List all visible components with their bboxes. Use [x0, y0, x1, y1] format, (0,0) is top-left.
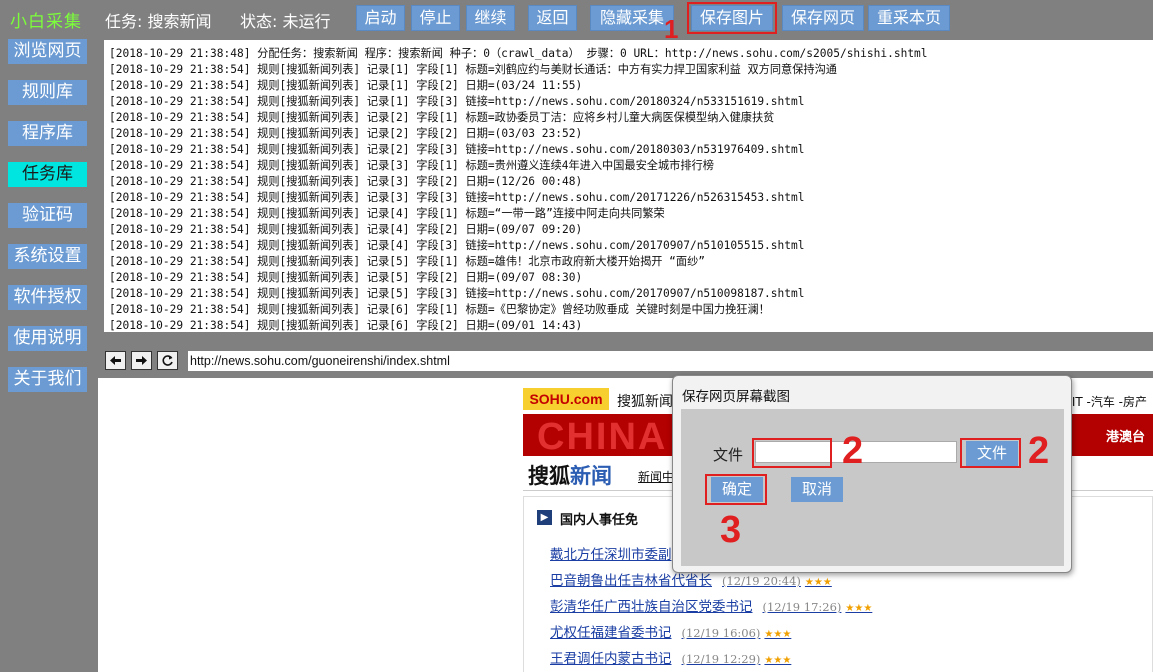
top-bar: 小白采集 任务: 搜索新闻 状态: 未运行 启动 停止 继续 返回 隐藏采集 保…: [0, 0, 1153, 36]
log-line: [2018-10-29 21:38:54] 规则[搜狐新闻列表] 记录[3] 字…: [109, 191, 805, 204]
title-part-b: 新闻: [570, 464, 612, 488]
rating-stars: ★★★: [804, 577, 832, 588]
gangtai-link[interactable]: 港澳台: [1106, 426, 1145, 445]
log-line: [2018-10-29 21:38:54] 规则[搜狐新闻列表] 记录[1] 字…: [109, 63, 837, 76]
log-line: [2018-10-29 21:38:54] 规则[搜狐新闻列表] 记录[1] 字…: [109, 79, 583, 92]
log-line: [2018-10-29 21:38:48] 分配任务：搜索新闻 程序：搜索新闻 …: [109, 47, 928, 60]
rating-stars: ★★★: [845, 603, 873, 614]
browser-nav-bar: [98, 346, 1153, 374]
news-title[interactable]: 巴音朝鲁出任吉林省代省长: [550, 573, 712, 589]
rating-stars: ★★★: [764, 629, 792, 640]
log-line: [2018-10-29 21:38:54] 规则[搜狐新闻列表] 记录[3] 字…: [109, 175, 583, 188]
step-number-1: 1: [664, 14, 679, 44]
start-button[interactable]: 启动: [356, 5, 405, 31]
arrow-right-icon: [136, 356, 147, 365]
resume-button[interactable]: 继续: [466, 5, 515, 31]
news-title[interactable]: 戴北方任深圳市委副: [550, 547, 672, 563]
app-title: 小白采集: [10, 12, 82, 32]
news-title[interactable]: 彭清华任广西壮族自治区党委书记: [550, 599, 753, 615]
news-item[interactable]: 尤权任福建省委书记 (12/19 16:06) ★★★: [550, 621, 791, 641]
step-number-3: 3: [720, 509, 742, 551]
log-line: [2018-10-29 21:38:54] 规则[搜狐新闻列表] 记录[2] 字…: [109, 127, 583, 140]
log-line: [2018-10-29 21:38:54] 规则[搜狐新闻列表] 记录[5] 字…: [109, 287, 805, 300]
log-line: [2018-10-29 21:38:54] 规则[搜狐新闻列表] 记录[5] 字…: [109, 255, 706, 268]
log-panel[interactable]: [2018-10-29 21:38:48] 分配任务：搜索新闻 程序：搜索新闻 …: [104, 40, 1153, 332]
news-title[interactable]: 王君调任内蒙古书记: [550, 651, 672, 667]
news-date: (12/19 16:06): [681, 626, 761, 640]
news-date: (12/19 20:44): [722, 574, 801, 588]
news-sub-link[interactable]: 新闻中: [638, 468, 674, 485]
sidebar-item-tasks[interactable]: 任务库: [8, 162, 87, 187]
section-heading: ▶ 国内人事任免: [537, 509, 639, 528]
step-number-2: 2: [842, 430, 864, 472]
nav-forward-button[interactable]: [131, 351, 152, 370]
china-banner-text: CHINA: [537, 416, 668, 458]
section-title: 国内人事任免: [560, 513, 639, 528]
stop-button[interactable]: 停止: [411, 5, 460, 31]
news-date: (12/19 12:29): [681, 652, 761, 666]
news-item[interactable]: 彭清华任广西壮族自治区党委书记 (12/19 17:26) ★★★: [550, 595, 872, 615]
file-browse-button[interactable]: 文件: [966, 441, 1018, 466]
arrow-left-icon: [110, 356, 121, 365]
save-image-button[interactable]: 保存图片: [691, 5, 773, 31]
run-status: 状态: 未运行: [240, 12, 331, 31]
sidebar-item-captcha[interactable]: 验证码: [8, 203, 87, 228]
sohu-logo[interactable]: SOHU.com: [523, 388, 609, 410]
sidebar-item-browse[interactable]: 浏览网页: [8, 39, 87, 64]
log-line: [2018-10-29 21:38:54] 规则[搜狐新闻列表] 记录[6] 字…: [109, 319, 583, 332]
file-label: 文件: [713, 446, 744, 464]
nav-refresh-button[interactable]: [157, 351, 178, 370]
log-line: [2018-10-29 21:38:54] 规则[搜狐新闻列表] 记录[6] 字…: [109, 303, 770, 316]
recapture-button[interactable]: 重采本页: [868, 5, 950, 31]
task-status: 任务: 搜索新闻: [105, 12, 212, 31]
log-line: [2018-10-29 21:38:54] 规则[搜狐新闻列表] 记录[1] 字…: [109, 95, 805, 108]
log-line: [2018-10-29 21:38:54] 规则[搜狐新闻列表] 记录[3] 字…: [109, 159, 714, 172]
nav-back-button[interactable]: [105, 351, 126, 370]
sidebar-item-help[interactable]: 使用说明: [8, 326, 87, 351]
log-line: [2018-10-29 21:38:54] 规则[搜狐新闻列表] 记录[4] 字…: [109, 239, 805, 252]
sidebar-item-settings[interactable]: 系统设置: [8, 244, 87, 269]
log-line: [2018-10-29 21:38:54] 规则[搜狐新闻列表] 记录[2] 字…: [109, 111, 775, 124]
rating-stars: ★★★: [764, 655, 792, 666]
cancel-button[interactable]: 取消: [791, 477, 843, 502]
log-line: [2018-10-29 21:38:54] 规则[搜狐新闻列表] 记录[5] 字…: [109, 271, 583, 284]
news-title[interactable]: 尤权任福建省委书记: [550, 625, 672, 641]
sohu-news-link[interactable]: 搜狐新闻: [617, 391, 673, 411]
log-line: [2018-10-29 21:38:54] 规则[搜狐新闻列表] 记录[2] 字…: [109, 143, 805, 156]
log-line: [2018-10-29 21:38:54] 规则[搜狐新闻列表] 记录[4] 字…: [109, 223, 583, 236]
header-channel-links[interactable]: -IT -汽车 -房产: [1068, 393, 1148, 410]
sidebar-item-license[interactable]: 软件授权: [8, 285, 87, 310]
step-number-2b: 2: [1028, 430, 1050, 472]
refresh-icon: [162, 355, 173, 366]
ok-button[interactable]: 确定: [711, 477, 763, 502]
title-part-a: 搜狐: [528, 464, 570, 488]
news-item[interactable]: 戴北方任深圳市委副: [550, 543, 672, 563]
hide-capture-button[interactable]: 隐藏采集: [590, 5, 674, 31]
section-arrow-icon: ▶: [537, 510, 552, 525]
news-page-title: 搜狐新闻: [528, 460, 612, 490]
save-page-button[interactable]: 保存网页: [782, 5, 864, 31]
news-date: (12/19 17:26): [762, 600, 842, 614]
app-window: 小白采集 任务: 搜索新闻 状态: 未运行 启动 停止 继续 返回 隐藏采集 保…: [0, 0, 1153, 672]
url-input[interactable]: [188, 351, 1153, 371]
dialog-title: 保存网页屏幕截图: [682, 389, 790, 405]
back-button[interactable]: 返回: [528, 5, 577, 31]
news-item[interactable]: 王君调任内蒙古书记 (12/19 12:29) ★★★: [550, 647, 791, 667]
sidebar-item-programs[interactable]: 程序库: [8, 121, 87, 146]
log-line: [2018-10-29 21:38:54] 规则[搜狐新闻列表] 记录[4] 字…: [109, 207, 665, 220]
sidebar-item-about[interactable]: 关于我们: [8, 367, 87, 392]
sidebar-item-rules[interactable]: 规则库: [8, 80, 87, 105]
